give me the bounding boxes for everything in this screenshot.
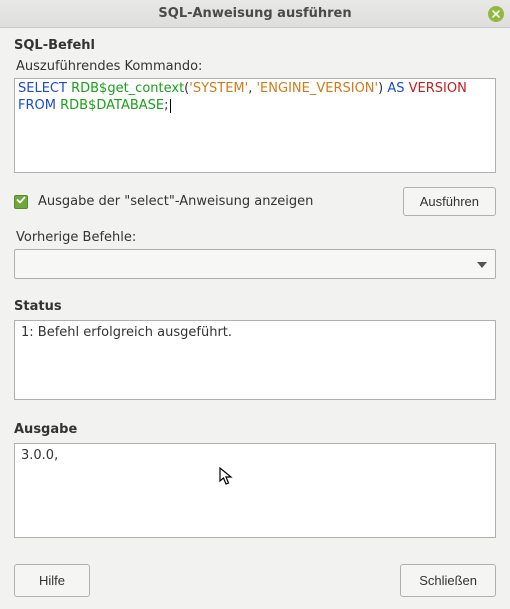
show-output-label: Ausgabe der "select"-Anweisung anzeigen: [38, 194, 393, 209]
sql-keyword: AS: [387, 81, 404, 96]
close-button[interactable]: Schließen: [400, 564, 496, 597]
window-title: SQL-Anweisung ausführen: [158, 6, 351, 21]
show-output-checkbox[interactable]: [14, 195, 28, 209]
sql-function: RDB$get_context: [71, 81, 184, 96]
chevron-down-icon: [477, 257, 487, 272]
sql-alias: VERSION: [409, 81, 467, 96]
sql-keyword: SELECT: [18, 81, 67, 96]
titlebar: SQL-Anweisung ausführen: [0, 0, 510, 28]
close-icon: [492, 7, 500, 22]
status-section-title: Status: [14, 299, 496, 314]
output-section-title: Ausgabe: [14, 422, 496, 437]
query-output[interactable]: 3.0.0,: [14, 443, 496, 538]
help-button[interactable]: Hilfe: [14, 564, 90, 597]
execute-button[interactable]: Ausführen: [403, 187, 496, 216]
text-caret: [170, 99, 171, 113]
sql-command-input[interactable]: SELECT RDB$get_context('SYSTEM', 'ENGINE…: [14, 78, 496, 173]
previous-commands-label: Vorherige Befehle:: [16, 230, 496, 245]
sql-keyword: FROM: [18, 98, 56, 113]
status-text: 1: Befehl erfolgreich ausgeführt.: [21, 325, 232, 340]
sql-string: 'SYSTEM': [189, 81, 248, 96]
output-text: 3.0.0,: [21, 448, 58, 463]
window-close-button[interactable]: [488, 6, 504, 22]
command-label: Auszuführendes Kommando:: [16, 59, 496, 74]
sql-section-title: SQL-Befehl: [14, 38, 496, 53]
check-icon: [16, 194, 26, 209]
status-output[interactable]: 1: Befehl erfolgreich ausgeführt.: [14, 320, 496, 400]
sql-table: RDB$DATABASE: [60, 98, 164, 113]
previous-commands-dropdown[interactable]: [14, 249, 496, 279]
sql-string: 'ENGINE_VERSION': [256, 81, 378, 96]
